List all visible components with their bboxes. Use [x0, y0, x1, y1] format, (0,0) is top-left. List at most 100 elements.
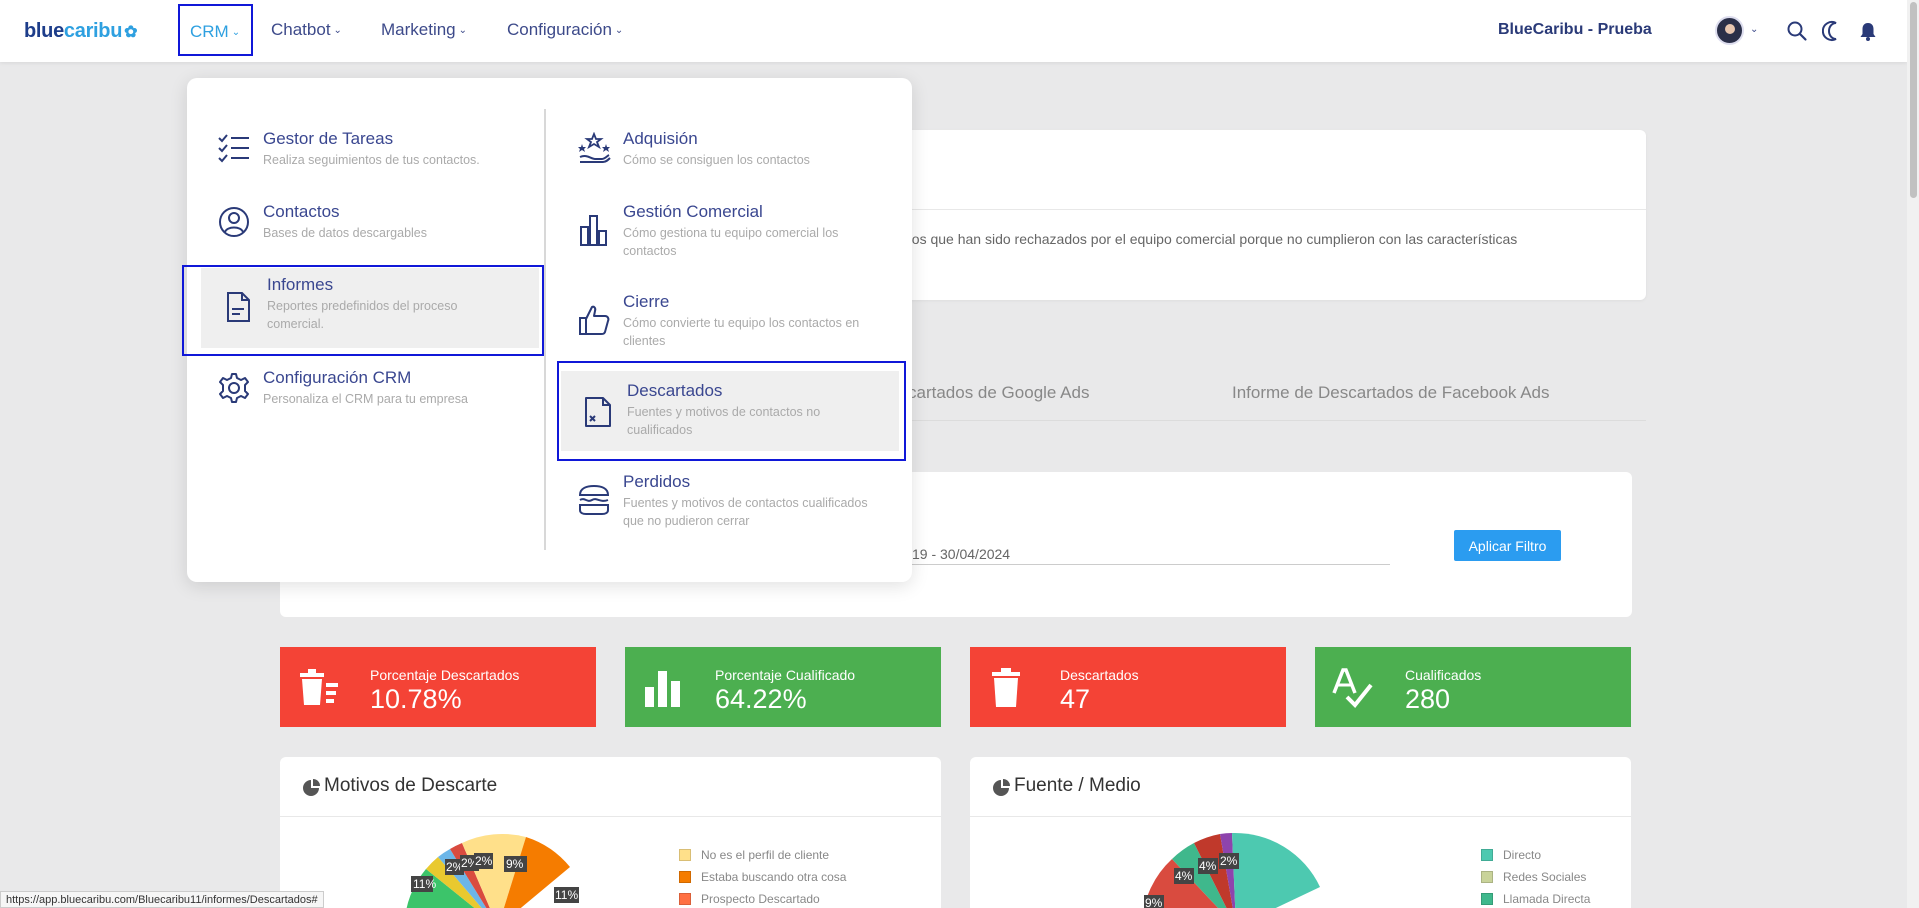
- stat-card-porcentaje-descartados: Porcentaje Descartados 10.78%: [280, 647, 596, 727]
- pie-label: 4%: [1175, 869, 1193, 883]
- top-navbar: bluecaribu ✿ CRM ⌄ Chatbot ⌄ Marketing ⌄ Con…: [0, 0, 1907, 62]
- legend-label: Estaba buscando otra cosa: [701, 870, 847, 884]
- logo-text-caribu: caribu: [63, 20, 123, 42]
- legend-item[interactable]: Directo: [1481, 844, 1590, 866]
- nav-configuracion[interactable]: Configuración ⌄: [507, 20, 623, 40]
- thumbs-up-icon: [579, 305, 610, 335]
- user-circle-icon: [219, 207, 249, 237]
- menu-item-title: Adquisión: [623, 129, 698, 148]
- legend-swatch: [679, 871, 691, 883]
- stat-label: Porcentaje Descartados: [370, 667, 520, 683]
- menu-item-desc: Fuentes y motivos de contactos cualifica…: [623, 496, 868, 528]
- menu-item-desc: Personaliza el CRM para tu empresa: [263, 392, 468, 406]
- legend-label: Directo: [1503, 848, 1542, 862]
- legend-label: Prospecto Descartado: [701, 892, 820, 906]
- menu-item-gestion-comercial[interactable]: Gestión Comercial Cómo gestiona tu equip…: [557, 201, 897, 281]
- spellcheck-icon: [1332, 668, 1373, 708]
- chevron-down-icon[interactable]: ⌄: [1750, 24, 1758, 35]
- tasks-icon: [218, 134, 249, 163]
- bluecaribu-logo[interactable]: bluecaribu ✿: [24, 20, 138, 43]
- report-description: dos que han sido rechazados por el equip…: [904, 231, 1518, 247]
- pie-label: 2%: [475, 854, 493, 868]
- chart-legend: No es el perfil de cliente Estaba buscan…: [679, 844, 846, 908]
- pie-label: 11%: [413, 877, 436, 891]
- menu-item-cierre[interactable]: Cierre Cómo convierte tu equipo los cont…: [557, 291, 897, 371]
- bar-chart-icon: [645, 671, 680, 707]
- trash-icon: [992, 668, 1020, 707]
- date-input-underline: [912, 564, 1390, 565]
- legend-item[interactable]: Llamada Directa: [1481, 888, 1590, 908]
- menu-column-divider: [544, 109, 546, 550]
- menu-item-configuracion-crm[interactable]: Configuración CRM Personaliza el CRM par…: [197, 367, 537, 429]
- pie-label: 9%: [1145, 896, 1163, 908]
- menu-item-desc: Cómo se consiguen los contactos: [623, 153, 810, 167]
- nav-configuracion-label: Configuración: [507, 20, 612, 39]
- divider: [870, 209, 1646, 210]
- pie-label: 9%: [506, 857, 524, 871]
- nav-chatbot-label: Chatbot: [271, 20, 331, 39]
- legend-label: Llamada Directa: [1503, 892, 1591, 906]
- caribou-icon: ✿: [124, 24, 138, 41]
- menu-item-gestor-tareas[interactable]: Gestor de Tareas Realiza seguimientos de…: [197, 128, 537, 190]
- status-bar-url: https://app.bluecaribu.com/Bluecaribu11/…: [0, 891, 324, 908]
- trash-list-icon: [300, 669, 338, 705]
- pie-label: 4%: [1199, 859, 1217, 873]
- chart-card-fuente-medio: Fuente / Medio 9% 4% 4% 2% Directo Redes…: [970, 757, 1631, 908]
- tabs-underline: [870, 420, 1646, 421]
- menu-item-perdidos[interactable]: Perdidos Fuentes y motivos de contactos …: [557, 471, 897, 551]
- descartados-highlight-box: [557, 361, 906, 461]
- moon-icon[interactable]: [1822, 20, 1844, 42]
- stat-value: 47: [1060, 684, 1091, 714]
- apply-filter-button[interactable]: Aplicar Filtro: [1454, 530, 1561, 561]
- date-range-input[interactable]: 19 - 30/04/2024: [912, 546, 1010, 562]
- legend-swatch: [1481, 893, 1493, 905]
- stat-value: 280: [1405, 684, 1451, 714]
- legend-item[interactable]: Estaba buscando otra cosa: [679, 866, 846, 888]
- legend-swatch: [679, 893, 691, 905]
- lost-icon: [578, 484, 610, 515]
- chevron-down-icon: ⌄: [458, 25, 468, 36]
- stat-label: Cualificados: [1405, 667, 1482, 683]
- nav-crm-label: CRM: [190, 22, 229, 41]
- gear-icon: [219, 373, 249, 403]
- nav-marketing[interactable]: Marketing ⌄: [381, 20, 467, 40]
- stat-label: Porcentaje Cualificado: [715, 667, 856, 683]
- legend-item[interactable]: Redes Sociales: [1481, 866, 1590, 888]
- stat-card-porcentaje-cualificado: Porcentaje Cualificado 64.22%: [625, 647, 941, 727]
- pie-slice: [1232, 832, 1320, 908]
- stat-value: 10.78%: [370, 684, 462, 714]
- menu-item-adquisicion[interactable]: Adquisión Cómo se consiguen los contacto…: [557, 128, 897, 190]
- chevron-down-icon: ⌄: [333, 25, 342, 36]
- chart-legend: Directo Redes Sociales Llamada Directa: [1481, 844, 1590, 908]
- avatar[interactable]: [1715, 16, 1744, 45]
- menu-item-title: Gestión Comercial: [623, 202, 763, 221]
- menu-item-desc: Bases de datos descargables: [263, 226, 427, 240]
- nav-crm[interactable]: CRM ⌄: [178, 4, 253, 56]
- legend-swatch: [1481, 871, 1493, 883]
- menu-item-desc: Cómo gestiona tu equipo comercial los co…: [623, 226, 839, 258]
- pie-label: 11%: [555, 888, 578, 902]
- menu-item-contactos[interactable]: Contactos Bases de datos descargables: [197, 201, 537, 263]
- legend-item[interactable]: Prospecto Descartado: [679, 888, 846, 908]
- chevron-down-icon: ⌄: [231, 27, 241, 38]
- legend-swatch: [1481, 849, 1493, 861]
- bar-chart-icon: [580, 215, 607, 246]
- page-scrollbar-thumb[interactable]: [1910, 2, 1917, 198]
- search-icon[interactable]: [1786, 20, 1808, 42]
- tab-facebook-ads[interactable]: Informe de Descartados de Facebook Ads: [1232, 383, 1550, 403]
- menu-item-title: Contactos: [263, 202, 340, 221]
- nav-marketing-label: Marketing: [381, 20, 456, 39]
- chevron-down-icon: ⌄: [614, 25, 624, 36]
- menu-item-title: Configuración CRM: [263, 368, 412, 387]
- legend-item[interactable]: No es el perfil de cliente: [679, 844, 846, 866]
- logo-text-blue: blue: [24, 20, 64, 42]
- tab-google-ads[interactable]: cartados de Google Ads: [908, 383, 1089, 403]
- menu-item-title: Gestor de Tareas: [263, 129, 394, 148]
- menu-item-title: Cierre: [623, 292, 670, 311]
- account-name[interactable]: BlueCaribu - Prueba: [1498, 21, 1652, 39]
- stat-value: 64.22%: [715, 684, 807, 714]
- nav-chatbot[interactable]: Chatbot ⌄: [271, 20, 342, 40]
- acquisition-icon: [578, 132, 611, 163]
- bell-icon[interactable]: [1857, 20, 1879, 42]
- menu-item-desc: Cómo convierte tu equipo los contactos e…: [623, 316, 860, 348]
